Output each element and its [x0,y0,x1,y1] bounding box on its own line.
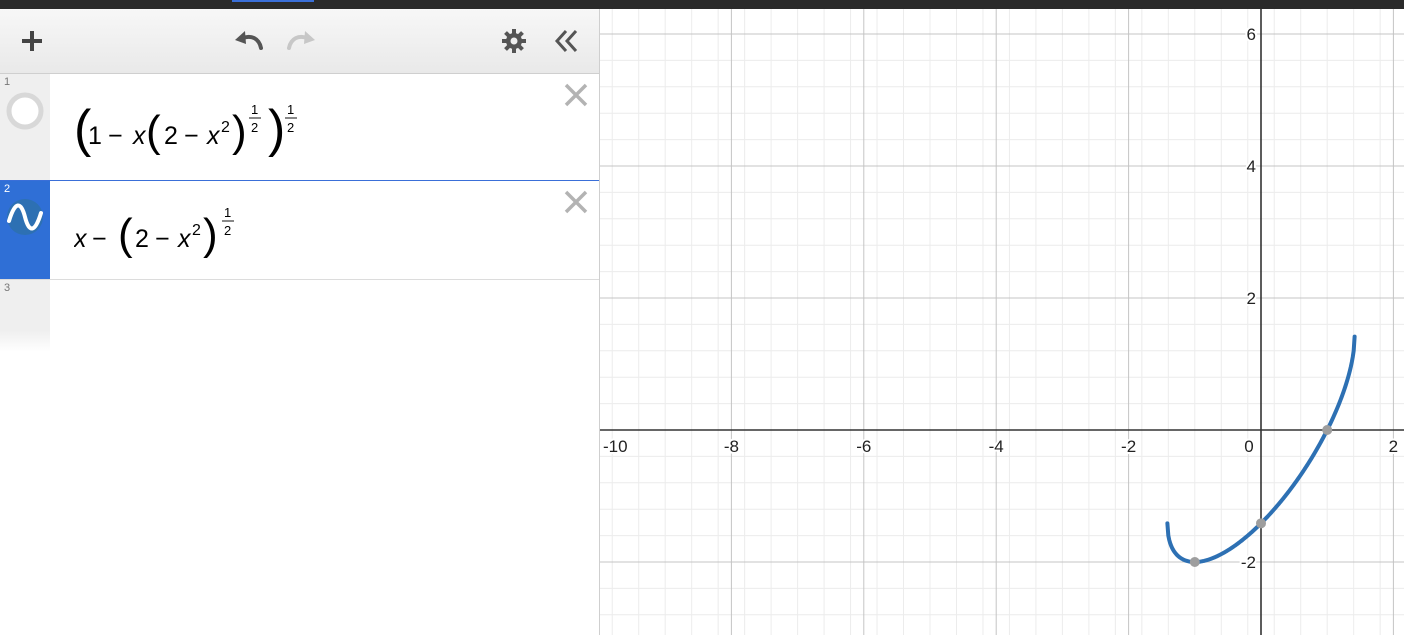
math-x: x [206,122,221,150]
x-tick-label: 0 [1244,437,1253,456]
delete-expression-icon[interactable] [563,189,589,215]
math-x: x [132,122,147,150]
point-of-interest [1189,557,1200,567]
paren-left: ( [118,210,133,259]
expression-index: 2 [4,183,11,195]
math-x: x [74,225,88,253]
fraction-denominator: 2 [224,223,231,238]
paren-right: ) [232,107,247,156]
expression-row-2[interactable]: 2 x − ( 2 − x 2 ) 1 2 [0,180,600,281]
math-minus: − [92,225,107,253]
x-tick-label: -8 [724,437,739,456]
expression-index: 1 [4,76,11,88]
y-tick-label: 4 [1247,157,1256,176]
wave-icon[interactable] [5,197,45,237]
math-minus: − [184,122,199,150]
math-two: 2 [135,225,149,253]
expression-row-3[interactable]: 3 [0,280,599,352]
math-one: 1 [88,122,102,150]
x-tick-label: -4 [989,437,1004,456]
collapse-panel-button[interactable] [550,26,582,56]
add-item-button[interactable] [18,27,46,55]
double-chevron-left-icon [554,29,578,53]
expression-toolbar [0,9,599,74]
hidden-circle-icon[interactable] [5,91,45,131]
math-x: x [177,225,192,253]
math-exponent: 2 [192,222,201,239]
x-tick-label: -10 [603,437,628,456]
undo-icon [235,31,263,50]
redo-button[interactable] [284,25,318,55]
expression-index: 3 [4,282,11,294]
redo-icon [287,31,315,50]
y-tick-label: 6 [1247,25,1256,44]
math-minus: − [108,122,123,150]
fraction-numerator: 1 [287,102,294,117]
paren-right: ) [203,210,218,259]
undo-button[interactable] [232,25,266,55]
settings-button[interactable] [500,27,528,55]
expression-panel: 1 ( 1 − x ( 2 − x 2 ) 1 2) 1 2 2 x − (… [0,9,600,635]
browser-top-bar [0,0,1404,9]
expression-math[interactable]: ( 1 − x ( 2 − x 2 ) 1 2 ) 1 2 [74,92,334,162]
x-tick-label: -2 [1121,437,1136,456]
delete-expression-icon[interactable] [563,82,589,108]
expression-gutter: 2 [0,181,50,279]
fraction-numerator: 1 [251,102,258,117]
paren-right: ) [268,100,285,158]
y-tick-label: 2 [1247,289,1256,308]
paren-left: ( [146,107,161,156]
expression-math[interactable]: x − ( 2 − x 2 ) 1 2 [74,195,274,265]
expression-gutter: 1 [0,74,50,180]
fraction-numerator: 1 [224,205,231,220]
expression-list: 1 ( 1 − x ( 2 − x 2 ) 1 2) 1 2 2 x − (… [0,74,600,352]
math-minus: − [155,225,170,253]
plus-icon [22,31,42,51]
point-of-interest [1256,518,1266,529]
fraction-denominator: 2 [287,120,294,135]
expression-row-1[interactable]: 1 ( 1 − x ( 2 − x 2 ) 1 2) 1 2 [0,74,599,181]
fraction-denominator: 2 [251,120,258,135]
math-exponent: 2 [221,119,230,136]
x-tick-label: 2 [1389,437,1398,456]
x-tick-label: -6 [856,437,871,456]
active-tab-indicator [232,0,314,2]
expression-gutter: 3 [0,280,50,352]
graph-canvas[interactable]: -10 -8 -6 -4 -2 0 2 6 4 2 -2 [598,9,1404,635]
math-two: 2 [164,122,178,150]
graph-paper[interactable]: -10 -8 -6 -4 -2 0 2 6 4 2 -2 [598,9,1404,635]
gear-icon [502,29,526,53]
y-tick-label: -2 [1241,553,1256,572]
point-of-interest [1322,425,1333,435]
